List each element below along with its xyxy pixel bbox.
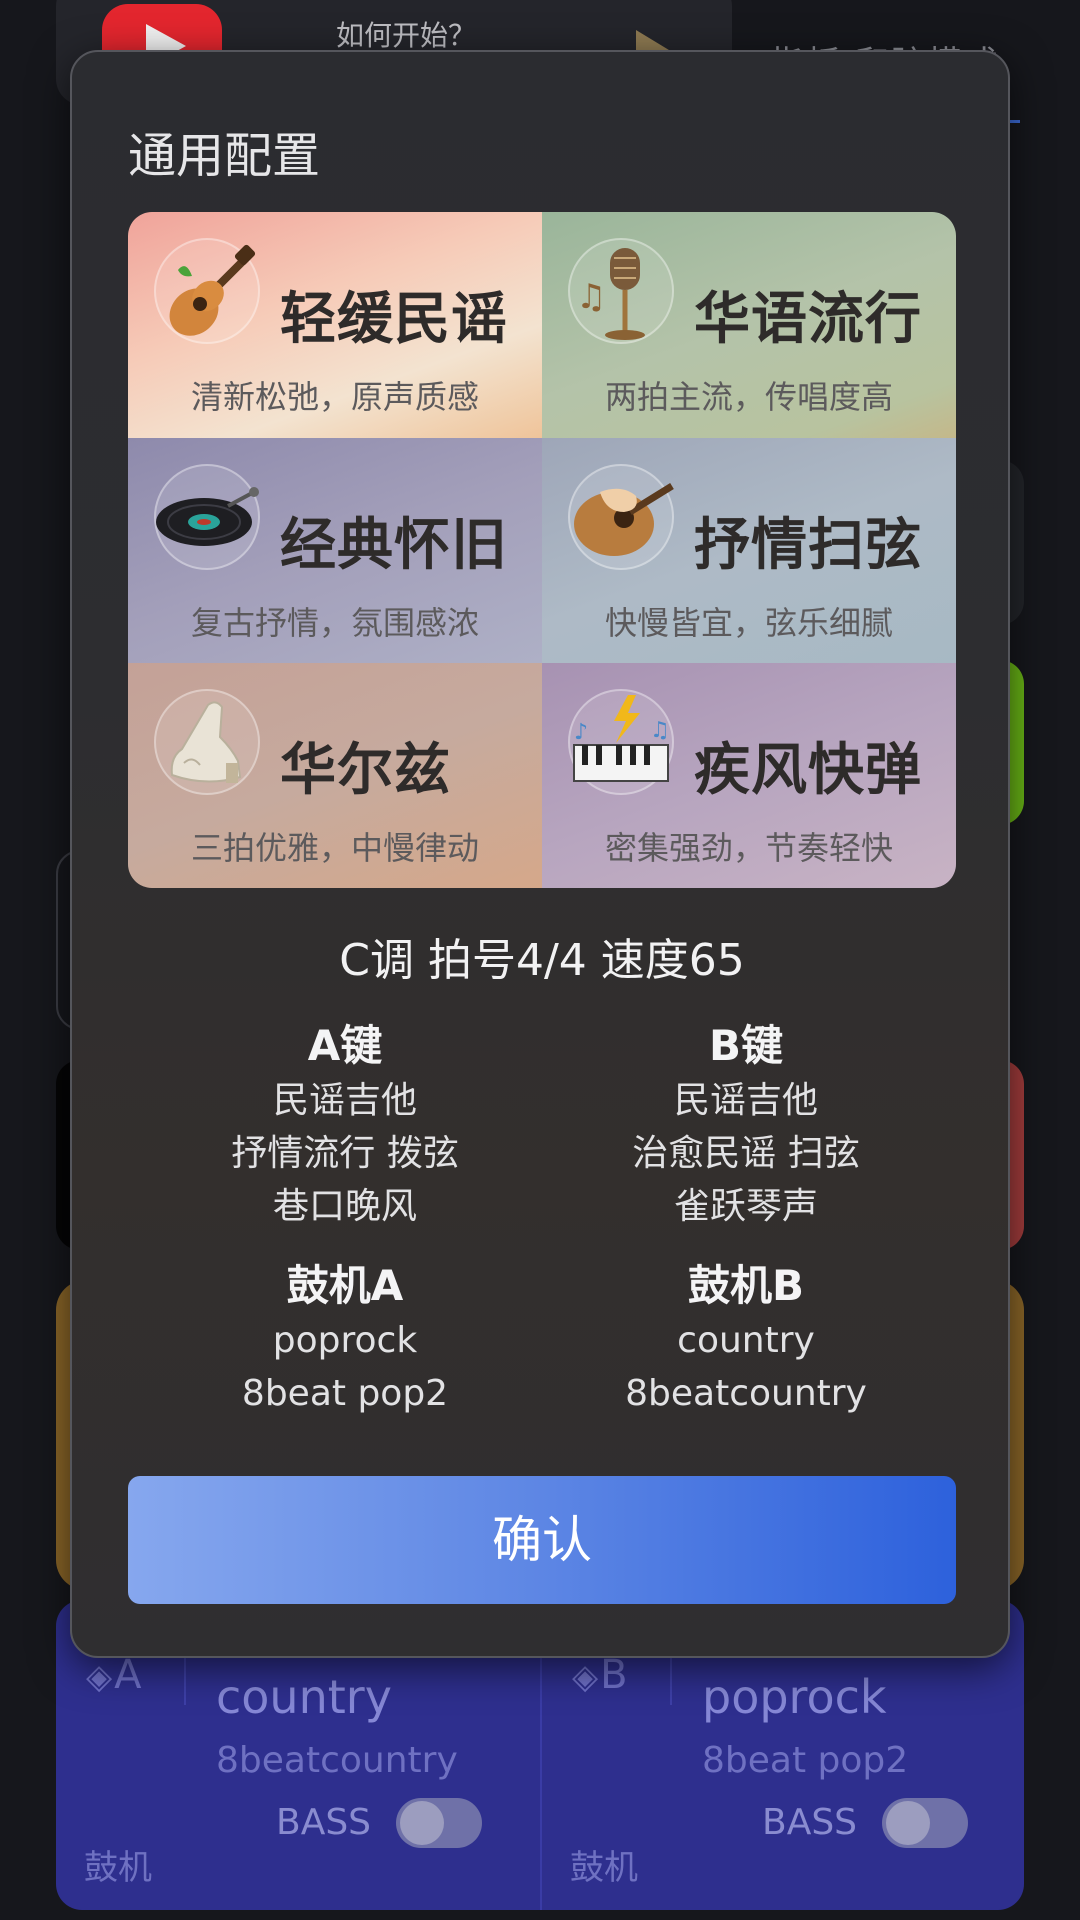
drum-icon: ◈ — [86, 1657, 113, 1697]
vinyl-record-icon — [154, 464, 260, 570]
style-name: 华语流行 — [694, 287, 922, 352]
drum-machine-label: 鼓机 — [84, 1848, 152, 1888]
key-a-item: 巷口晚风 — [272, 1186, 417, 1227]
style-option-pop[interactable]: ♫ 华语流行 两拍主流，传唱度高 — [542, 212, 956, 438]
key-b-title: B键 — [708, 1021, 783, 1070]
style-desc: 复古抒情，氛围感浓 — [190, 604, 479, 642]
high-heel-shoe-icon — [154, 689, 260, 795]
drum-a-item: poprock — [272, 1320, 418, 1361]
key-b-item: 治愈民谣 扫弦 — [632, 1133, 860, 1174]
style-option-strum[interactable]: 抒情扫弦 快慢皆宜，弦乐细腻 — [542, 438, 956, 663]
drum-b-title: 鼓机B — [687, 1261, 804, 1310]
style-desc: 清新松弛，原声质感 — [190, 378, 479, 416]
drum-a-badge: ◈A — [86, 1652, 142, 1698]
divider — [670, 1655, 672, 1705]
drum-b-item: 8beatcountry — [625, 1373, 867, 1414]
key-a-title: A键 — [307, 1021, 383, 1070]
key-b-item: 雀跃琴声 — [673, 1186, 818, 1227]
drum-a-pattern: country — [216, 1670, 392, 1724]
key-b-item: 民谣吉他 — [673, 1080, 818, 1121]
drum-b-variant: 8beat pop2 — [702, 1740, 909, 1781]
drum-a-item: 8beat pop2 — [241, 1373, 449, 1414]
dialog-title: 通用配置 — [128, 128, 321, 184]
key-a-item: 抒情流行 拨弦 — [231, 1133, 459, 1174]
acoustic-guitar-icon — [154, 238, 260, 344]
svg-text:♪: ♪ — [574, 720, 588, 745]
style-desc: 两拍主流，传唱度高 — [604, 378, 893, 416]
lightning-piano-icon: ♪ ♫ — [568, 689, 674, 795]
bass-label: BASS — [762, 1802, 858, 1843]
svg-text:♫: ♫ — [576, 277, 606, 317]
style-option-classic[interactable]: 经典怀旧 复古抒情，氛围感浓 — [128, 438, 542, 663]
svg-text:♫: ♫ — [650, 718, 670, 743]
drum-b-pattern: poprock — [702, 1670, 887, 1724]
drum-b-badge: ◈B — [572, 1652, 628, 1698]
drum-a-column: 鼓机A poprock 8beat pop2 — [185, 1258, 505, 1420]
style-name: 疾风快弹 — [694, 738, 922, 803]
style-name: 华尔兹 — [280, 738, 451, 803]
style-name: 经典怀旧 — [280, 513, 508, 578]
key-b-column: B键 民谣吉他 治愈民谣 扫弦 雀跃琴声 — [586, 1018, 906, 1233]
key-a-column: A键 民谣吉他 抒情流行 拨弦 巷口晚风 — [185, 1018, 505, 1233]
drum-b-column: 鼓机B country 8beatcountry — [586, 1258, 906, 1420]
bass-label: BASS — [276, 1802, 372, 1843]
bass-toggle-b[interactable] — [882, 1798, 968, 1848]
style-grid: 轻缓民谣 清新松弛，原声质感 ♫ 华语流行 两拍主流，传唱度高 经典怀旧 复古抒… — [128, 212, 956, 888]
confirm-button[interactable]: 确认 — [128, 1476, 956, 1604]
style-desc: 快慢皆宜，弦乐细腻 — [604, 604, 893, 642]
divider — [184, 1655, 186, 1705]
toggle-knob — [400, 1801, 444, 1845]
key-tempo-info: C调 拍号4/4 速度65 — [339, 935, 745, 986]
key-a-item: 民谣吉他 — [272, 1080, 417, 1121]
style-desc: 密集强劲，节奏轻快 — [604, 829, 893, 867]
drum-icon: ◈ — [572, 1657, 599, 1697]
style-option-folk[interactable]: 轻缓民谣 清新松弛，原声质感 — [128, 212, 542, 438]
bass-toggle-a[interactable] — [396, 1798, 482, 1848]
style-option-waltz[interactable]: 华尔兹 三拍优雅，中慢律动 — [128, 663, 542, 888]
microphone-icon: ♫ — [568, 238, 674, 344]
general-config-dialog: 通用配置 轻缓民谣 清新松弛，原声质感 ♫ 华语流行 两拍主流，传唱度高 经典怀… — [70, 50, 1010, 1658]
toggle-knob — [886, 1801, 930, 1845]
style-desc: 三拍优雅，中慢律动 — [190, 829, 479, 867]
drum-a-title: 鼓机A — [286, 1261, 404, 1310]
style-name: 抒情扫弦 — [694, 513, 922, 578]
style-name: 轻缓民谣 — [280, 287, 508, 352]
how-to-start-label: 如何开始？ — [336, 19, 477, 52]
drum-a-variant: 8beatcountry — [216, 1740, 458, 1781]
strumming-hand-icon — [568, 464, 674, 570]
style-option-fast[interactable]: ♪ ♫ 疾风快弹 密集强劲，节奏轻快 — [542, 663, 956, 888]
drum-b-item: country — [677, 1320, 815, 1361]
drum-machine-label: 鼓机 — [570, 1848, 638, 1888]
